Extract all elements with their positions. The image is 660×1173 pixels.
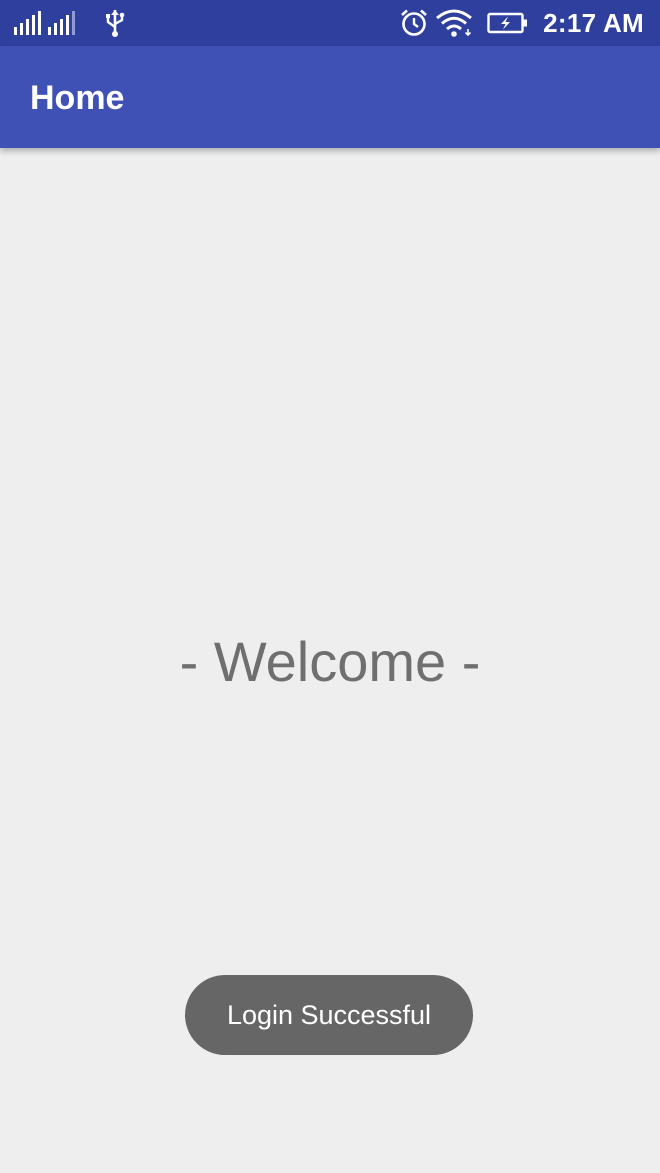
page-title: Home bbox=[30, 79, 125, 117]
battery-charging-icon bbox=[487, 12, 528, 34]
status-right-icons: 2:17 AM bbox=[399, 0, 644, 46]
status-time: 2:17 AM bbox=[543, 7, 644, 38]
main-content: - Welcome - Login Successful bbox=[0, 148, 660, 1173]
toast-label: Login Successful bbox=[226, 999, 432, 1030]
signal-icon-2 bbox=[48, 11, 75, 35]
toast-message: Login Successful bbox=[185, 975, 473, 1055]
alarm-icon bbox=[401, 9, 428, 36]
signal-icon bbox=[14, 11, 41, 35]
status-bar: 2:17 AM bbox=[0, 0, 660, 46]
welcome-text: - Welcome - bbox=[179, 630, 481, 693]
app-bar: Home bbox=[0, 46, 660, 148]
status-left-icons bbox=[14, 10, 126, 37]
wifi-icon bbox=[436, 9, 473, 37]
usb-icon bbox=[106, 10, 125, 37]
